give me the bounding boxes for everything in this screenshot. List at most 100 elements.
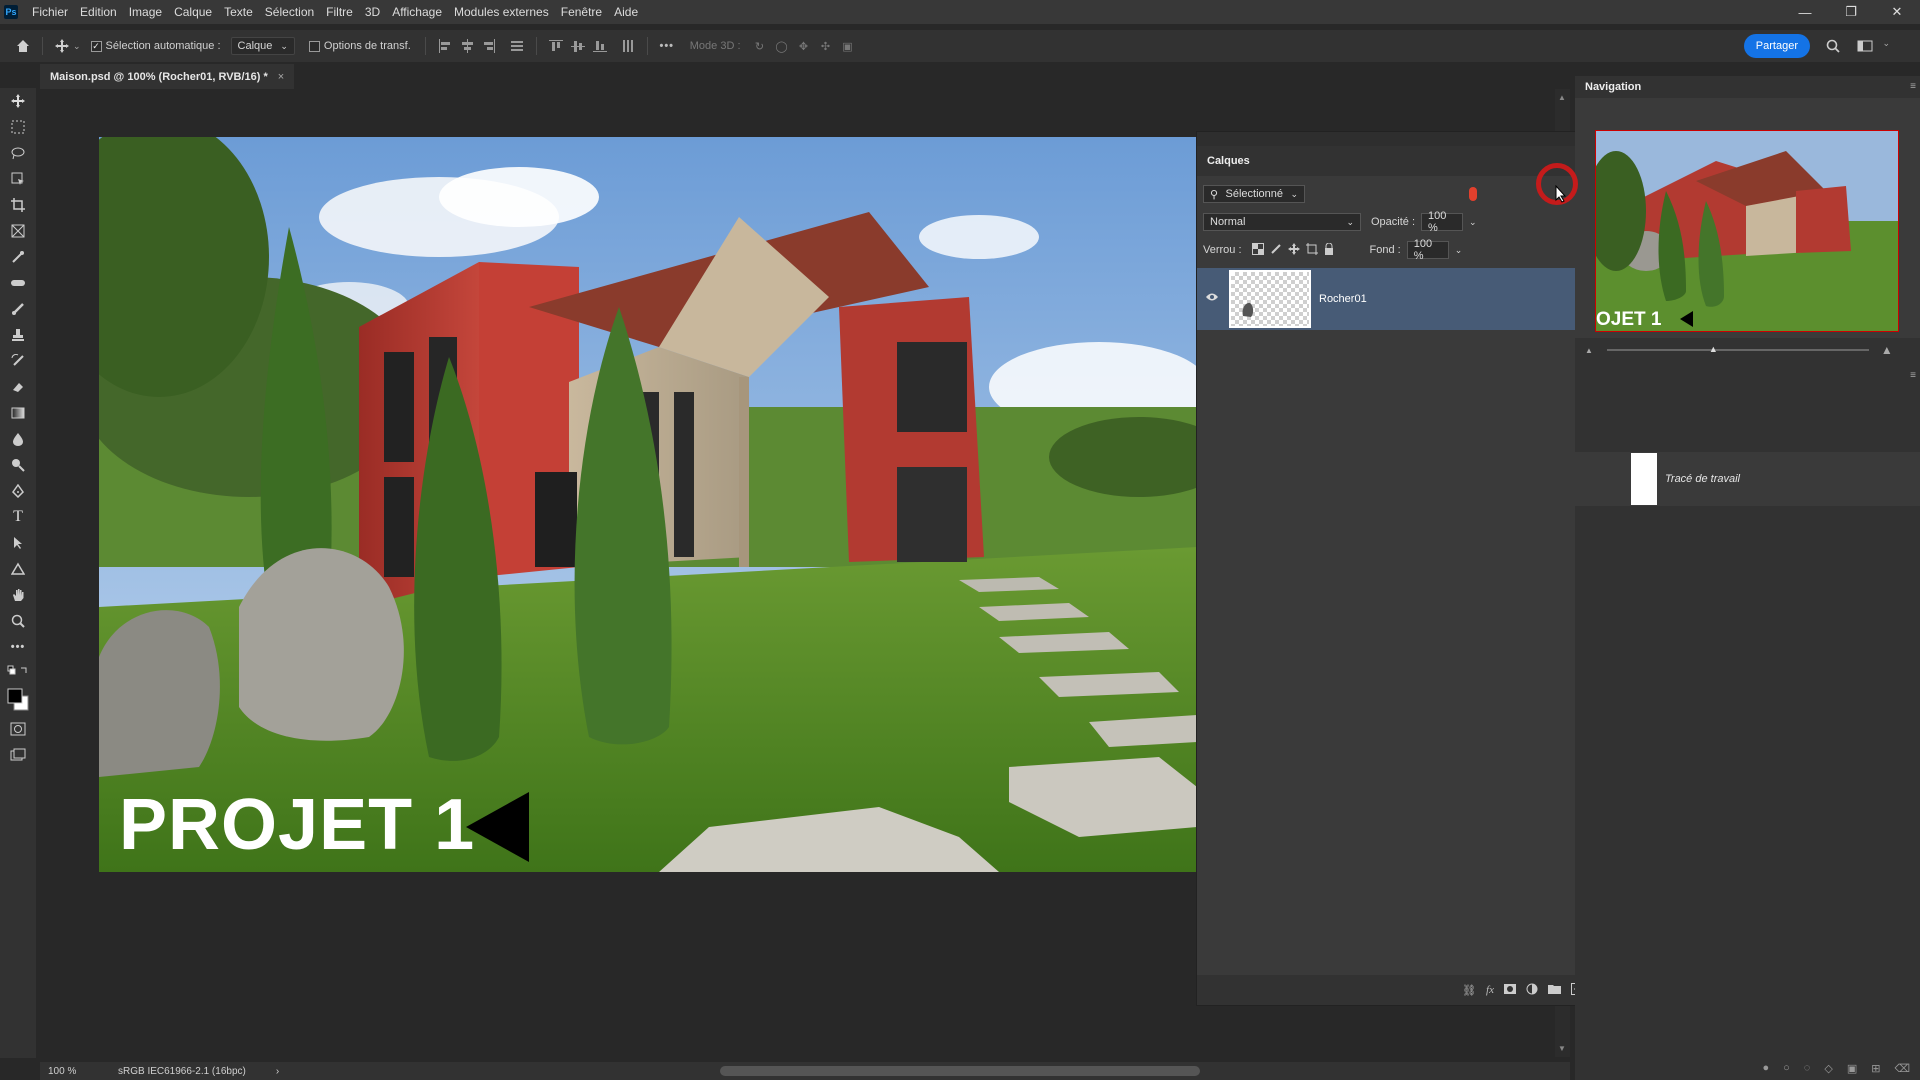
marquee-tool-icon[interactable] — [0, 114, 36, 140]
zoom-level[interactable]: 100 % — [48, 1066, 98, 1077]
menu-selection[interactable]: Sélection — [259, 0, 320, 24]
close-window-icon[interactable]: ✕ — [1874, 0, 1920, 24]
zoom-slider-handle[interactable]: ▲ — [1709, 344, 1718, 354]
close-tab-icon[interactable]: × — [278, 71, 284, 83]
load-selection-icon[interactable]: ◌ — [1804, 1062, 1811, 1074]
align-top-icon[interactable] — [545, 35, 567, 57]
opacity-input[interactable]: 100 % — [1421, 210, 1464, 234]
zoom-tool-icon[interactable] — [0, 608, 36, 634]
shape-tool-icon[interactable] — [0, 556, 36, 582]
layer-filter-dropdown[interactable]: ⚲ Sélectionné ⌄ — [1203, 185, 1305, 203]
hand-tool-icon[interactable] — [0, 582, 36, 608]
align-middle-icon[interactable] — [567, 35, 589, 57]
filter-toggle-icon[interactable] — [1469, 187, 1477, 201]
color-swatches-icon[interactable] — [0, 682, 36, 716]
eraser-tool-icon[interactable] — [0, 374, 36, 400]
object-selection-tool-icon[interactable] — [0, 166, 36, 192]
folder-icon[interactable] — [1548, 984, 1561, 997]
fill-input[interactable]: 100 % — [1406, 238, 1449, 262]
lock-artboard-icon[interactable] — [1305, 242, 1318, 258]
fill-path-icon[interactable]: ● — [1762, 1062, 1769, 1074]
auto-select-checkbox[interactable]: ✓ Sélection automatique : — [90, 40, 221, 52]
menu-3d[interactable]: 3D — [359, 0, 386, 24]
menu-fichier[interactable]: Fichier — [26, 0, 74, 24]
gradient-tool-icon[interactable] — [0, 400, 36, 426]
navigation-panel-title[interactable]: Navigation — [1585, 81, 1641, 93]
panel-grip[interactable]: « ✕ — [1197, 132, 1631, 146]
image-canvas[interactable]: PROJET 1 — [99, 137, 1197, 872]
distribute-vertical-icon[interactable] — [617, 35, 639, 57]
type-tool-icon[interactable]: T — [0, 504, 36, 530]
delete-path-icon[interactable]: ⌫ — [1894, 1062, 1910, 1075]
document-tab[interactable]: Maison.psd @ 100% (Rocher01, RVB/16) * × — [40, 64, 295, 89]
chevron-down-icon[interactable]: ⌄ — [73, 41, 81, 52]
workspace-icon[interactable] — [1854, 35, 1876, 57]
lock-transparent-icon[interactable] — [1251, 242, 1264, 258]
lock-all-icon[interactable] — [1324, 242, 1334, 258]
menu-image[interactable]: Image — [123, 0, 168, 24]
path-name[interactable]: Tracé de travail — [1665, 473, 1740, 485]
menu-edition[interactable]: Edition — [74, 0, 123, 24]
chevron-down-icon[interactable]: ⌄ — [1455, 245, 1463, 256]
chevron-down-icon[interactable]: ⌄ — [1469, 217, 1477, 228]
checkbox-unchecked-icon[interactable] — [308, 40, 320, 52]
restore-icon[interactable]: ❐ — [1828, 0, 1874, 24]
eye-visibility-icon[interactable] — [1205, 292, 1219, 305]
checkbox-checked-icon[interactable]: ✓ — [90, 40, 102, 52]
layers-panel-title[interactable]: Calques — [1207, 155, 1250, 167]
blend-mode-dropdown[interactable]: Normal ⌄ — [1203, 213, 1361, 231]
healing-brush-tool-icon[interactable] — [0, 270, 36, 296]
quick-mask-icon[interactable] — [0, 716, 36, 742]
dodge-tool-icon[interactable] — [0, 452, 36, 478]
path-selection-tool-icon[interactable] — [0, 530, 36, 556]
scroll-down-icon[interactable]: ▼ — [1558, 1044, 1566, 1053]
zoom-in-icon[interactable]: ▲ — [1881, 343, 1893, 357]
align-bottom-icon[interactable] — [589, 35, 611, 57]
menu-calque[interactable]: Calque — [168, 0, 218, 24]
eyedropper-tool-icon[interactable] — [0, 244, 36, 270]
auto-select-dropdown[interactable]: Calque ⌄ — [230, 37, 295, 55]
align-center-icon[interactable] — [456, 35, 478, 57]
minimize-icon[interactable]: — — [1782, 0, 1828, 24]
panel-menu-icon[interactable]: ≡ — [1910, 81, 1916, 92]
history-brush-tool-icon[interactable] — [0, 348, 36, 374]
add-mask-icon[interactable]: ▣ — [1847, 1062, 1857, 1075]
layer-mask-icon[interactable] — [1504, 983, 1516, 997]
crop-tool-icon[interactable] — [0, 192, 36, 218]
clone-stamp-tool-icon[interactable] — [0, 322, 36, 348]
pen-tool-icon[interactable] — [0, 478, 36, 504]
layer-row[interactable]: Rocher01 — [1197, 268, 1615, 330]
align-left-icon[interactable] — [434, 35, 456, 57]
home-icon[interactable] — [12, 35, 34, 57]
status-menu-arrow[interactable]: › — [276, 1066, 279, 1077]
share-button[interactable]: Partager — [1743, 34, 1810, 58]
stroke-path-icon[interactable]: ○ — [1783, 1062, 1790, 1074]
zoom-slider[interactable]: ▲ — [1606, 344, 1869, 354]
link-layers-icon[interactable]: ⛓ — [1462, 984, 1476, 997]
move-tool-icon[interactable] — [0, 88, 36, 114]
zoom-out-icon[interactable]: ▲ — [1585, 346, 1593, 355]
lasso-tool-icon[interactable] — [0, 140, 36, 166]
edit-toolbar-icon[interactable]: ••• — [0, 634, 36, 660]
move-tool-icon[interactable] — [51, 35, 73, 57]
distribute-icon[interactable] — [506, 35, 528, 57]
adjustment-layer-icon[interactable] — [1526, 983, 1538, 998]
frame-tool-icon[interactable] — [0, 218, 36, 244]
scroll-up-icon[interactable]: ▲ — [1558, 93, 1566, 102]
make-path-icon[interactable]: ◇ — [1824, 1062, 1832, 1075]
layer-name[interactable]: Rocher01 — [1319, 293, 1367, 305]
menu-fenetre[interactable]: Fenêtre — [555, 0, 608, 24]
navigation-thumbnail[interactable]: OJET 1 — [1595, 130, 1899, 332]
panel-menu-icon[interactable]: ≡ — [1910, 370, 1916, 381]
chevron-down-icon[interactable]: ⌄ — [1882, 38, 1890, 49]
fx-icon[interactable]: fx — [1486, 984, 1494, 996]
search-icon[interactable] — [1822, 35, 1844, 57]
lock-position-icon[interactable] — [1287, 242, 1300, 258]
blur-tool-icon[interactable] — [0, 426, 36, 452]
menu-filtre[interactable]: Filtre — [320, 0, 359, 24]
menu-modules-externes[interactable]: Modules externes — [448, 0, 555, 24]
new-path-icon[interactable]: ⊞ — [1871, 1062, 1880, 1075]
transform-options-checkbox[interactable]: Options de transf. — [308, 40, 411, 52]
menu-aide[interactable]: Aide — [608, 0, 644, 24]
layer-thumbnail[interactable] — [1229, 270, 1311, 328]
